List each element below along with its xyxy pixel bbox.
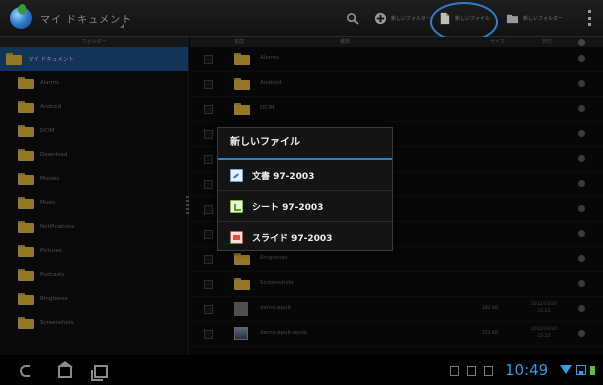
app-logo-icon[interactable] [10,7,32,29]
home-icon[interactable] [57,361,73,378]
option-document-label: 文書 97-2003 [252,171,315,182]
move-label: 新しいフォルダー [523,15,564,22]
battery-icon [576,365,586,375]
app-title[interactable]: マイ ドキュメント [40,11,132,26]
option-presentation-label: スライド 97-2003 [252,233,333,244]
clock[interactable]: 10:49 [505,361,548,379]
overflow-menu-icon[interactable] [588,10,592,26]
signal-icon [590,366,595,375]
document-icon [230,168,243,182]
notification-icon[interactable] [450,366,459,376]
search-button[interactable] [346,9,359,27]
dialog-title: 新しいファイル [218,128,392,160]
option-document[interactable]: 文書 97-2003 [218,160,392,191]
move-to-folder-button[interactable]: 新しいフォルダー [506,9,563,27]
system-navigation-bar: 10:49 [0,355,603,385]
option-spreadsheet[interactable]: シート 97-2003 [218,191,392,222]
screen: マイ ドキュメント 新しいフォルダー 新しいファイル 新しいフォルダー フォルダ… [0,0,603,385]
new-folder-button[interactable]: 新しいフォルダー [374,9,431,27]
option-presentation[interactable]: スライド 97-2003 [218,222,392,252]
action-bar: マイ ドキュメント 新しいフォルダー 新しいファイル 新しいフォルダー [0,0,603,42]
spreadsheet-icon [230,199,243,213]
new-file-dialog: 新しいファイル 文書 97-2003 シート 97-2003 スライド 97-2… [217,127,393,251]
folder-icon [506,14,519,23]
dropdown-caret-icon [120,24,124,28]
add-circle-icon [374,12,387,24]
search-icon [347,12,359,25]
back-icon[interactable] [20,365,30,377]
presentation-icon [230,230,243,244]
new-folder-label: 新しいフォルダー [391,15,432,22]
recent-apps-icon[interactable] [91,365,108,381]
option-spreadsheet-label: シート 97-2003 [252,202,324,213]
wifi-icon [560,365,572,374]
highlight-annotation [430,2,498,42]
screenshot-icon[interactable] [484,366,493,376]
usb-icon[interactable] [467,366,476,376]
